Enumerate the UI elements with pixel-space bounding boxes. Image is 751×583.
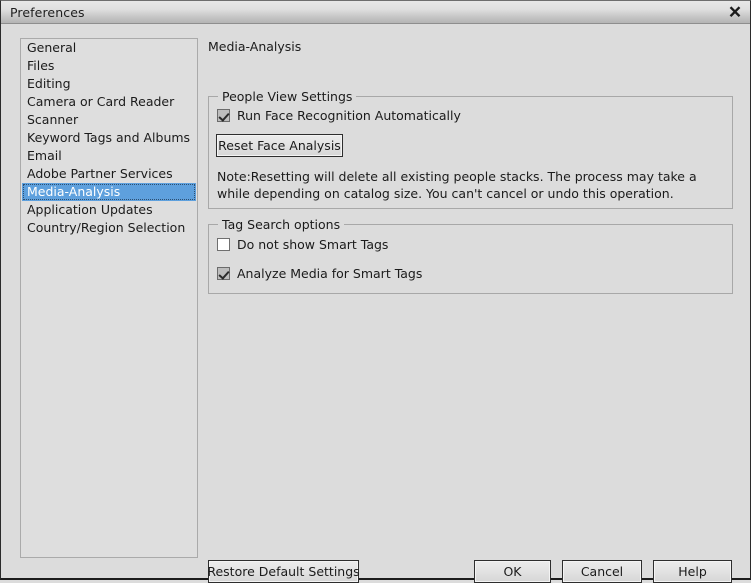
run-face-recognition-checkbox-row[interactable]: Run Face Recognition Automatically	[217, 108, 461, 123]
sidebar-item-keyword-tags-and-albums[interactable]: Keyword Tags and Albums	[21, 129, 197, 147]
reset-note-text: Note:Resetting will delete all existing …	[217, 169, 697, 201]
run-face-recognition-checkbox[interactable]	[217, 109, 230, 122]
do-not-show-smart-tags-checkbox[interactable]	[217, 238, 230, 251]
sidebar-item-media-analysis[interactable]: Media-Analysis	[22, 183, 196, 201]
analyze-media-for-smart-tags-label: Analyze Media for Smart Tags	[237, 266, 423, 281]
restore-default-settings-label: Restore Default Settings	[207, 564, 360, 579]
footer-divider	[1, 558, 750, 559]
analyze-media-for-smart-tags-checkbox-row[interactable]: Analyze Media for Smart Tags	[217, 266, 422, 281]
do-not-show-smart-tags-label: Do not show Smart Tags	[237, 237, 389, 252]
people-view-settings-legend: People View Settings	[218, 89, 357, 104]
sidebar-item-email[interactable]: Email	[21, 147, 197, 165]
sidebar-item-adobe-partner-services[interactable]: Adobe Partner Services	[21, 165, 197, 183]
analyze-media-for-smart-tags-checkbox[interactable]	[217, 267, 230, 280]
reset-face-analysis-button[interactable]: Reset Face Analysis	[216, 134, 343, 157]
sidebar-item-editing[interactable]: Editing	[21, 75, 197, 93]
category-list[interactable]: General Files Editing Camera or Card Rea…	[20, 38, 198, 558]
help-label: Help	[678, 564, 707, 579]
reset-face-analysis-label: Reset Face Analysis	[218, 138, 341, 153]
dialog-body: General Files Editing Camera or Card Rea…	[1, 24, 750, 583]
sidebar-item-application-updates[interactable]: Application Updates	[21, 201, 197, 219]
run-face-recognition-label: Run Face Recognition Automatically	[237, 108, 461, 123]
sidebar-item-general[interactable]: General	[21, 39, 197, 57]
sidebar-item-scanner[interactable]: Scanner	[21, 111, 197, 129]
window-title: Preferences	[10, 4, 85, 20]
tag-search-options-group: Tag Search options	[208, 217, 733, 294]
sidebar-item-camera-or-card-reader[interactable]: Camera or Card Reader	[21, 93, 197, 111]
cancel-label: Cancel	[580, 564, 624, 579]
page-title: Media-Analysis	[208, 39, 302, 54]
close-icon[interactable]	[720, 2, 750, 23]
title-bar: Preferences	[1, 1, 750, 24]
do-not-show-smart-tags-checkbox-row[interactable]: Do not show Smart Tags	[217, 237, 388, 252]
preferences-dialog: Preferences General Files Editing Camera…	[0, 0, 751, 583]
sidebar-item-files[interactable]: Files	[21, 57, 197, 75]
ok-label: OK	[503, 564, 522, 579]
sidebar-item-country-region-selection[interactable]: Country/Region Selection	[21, 219, 197, 237]
tag-search-options-legend: Tag Search options	[218, 217, 345, 232]
